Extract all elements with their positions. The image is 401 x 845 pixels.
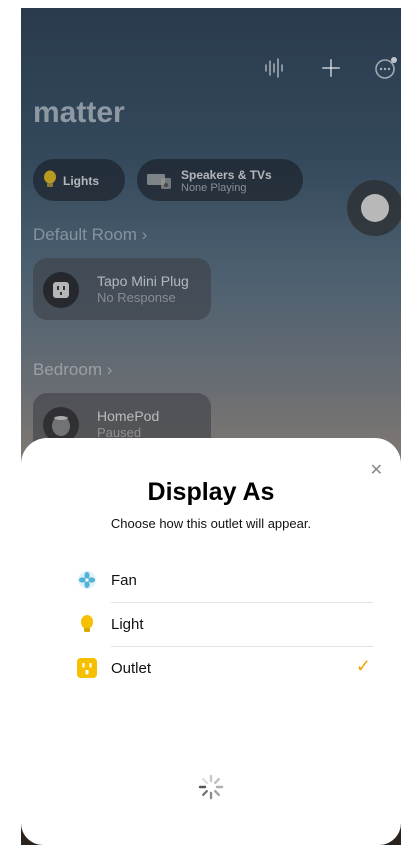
option-label: Fan [111, 572, 137, 589]
option-label: Outlet [111, 660, 152, 677]
chevron-right-icon: › [106, 360, 113, 379]
close-icon[interactable]: ✕ [370, 460, 383, 480]
option-fan[interactable]: Fan [69, 560, 379, 600]
chevron-right-icon: › [141, 225, 148, 244]
option-label: Light [111, 616, 144, 633]
divider [111, 646, 373, 647]
top-toolbar [21, 56, 401, 84]
accessory-status: No Response [97, 290, 176, 305]
room-header-bedroom[interactable]: Bedroom › [33, 360, 112, 380]
accessory-name: Tapo Mini Plug [97, 273, 189, 289]
outlet-icon [53, 282, 69, 298]
speakers-chip-label: Speakers & TVs [181, 168, 272, 182]
sheet-title: Display As [147, 478, 275, 506]
speakers-tvs-chip[interactable]: Speakers & TVs None Playing [137, 159, 303, 201]
display-as-sheet: ✕ Display As Choose how this outlet will… [21, 438, 401, 845]
add-icon[interactable] [321, 54, 341, 89]
room-name: Bedroom [33, 360, 102, 379]
homepod-icon [52, 416, 70, 436]
home-knob-control[interactable] [347, 180, 401, 236]
accessory-name: HomePod [97, 408, 160, 424]
outlet-icon-circle [43, 272, 79, 308]
sheet-subtitle: Choose how this outlet will appear. [110, 516, 312, 531]
divider [111, 602, 373, 603]
home-app-screen: matter Lights Speakers & TVs None Playin… [21, 8, 401, 845]
waveform-icon[interactable] [263, 56, 285, 88]
checkmark-icon: ✓ [355, 656, 371, 676]
lights-chip[interactable]: Lights [33, 159, 125, 201]
more-icon[interactable] [373, 54, 399, 89]
accessory-tile-tapo-mini-plug[interactable]: Tapo Mini Plug No Response [33, 258, 211, 320]
outlet-icon [77, 658, 97, 678]
bulb-icon [43, 170, 57, 195]
home-title: matter [33, 96, 125, 129]
room-name: Default Room [33, 225, 137, 244]
loading-spinner-icon [198, 774, 224, 800]
bulb-icon [81, 615, 93, 632]
fan-icon [78, 571, 96, 589]
option-light[interactable]: Light [69, 604, 379, 644]
option-outlet[interactable]: Outlet ✓ [69, 648, 379, 688]
speaker-tv-icon [147, 172, 173, 195]
room-header-default-room[interactable]: Default Room › [33, 225, 147, 245]
speakers-chip-status: None Playing [181, 182, 247, 194]
lights-chip-label: Lights [63, 174, 99, 188]
